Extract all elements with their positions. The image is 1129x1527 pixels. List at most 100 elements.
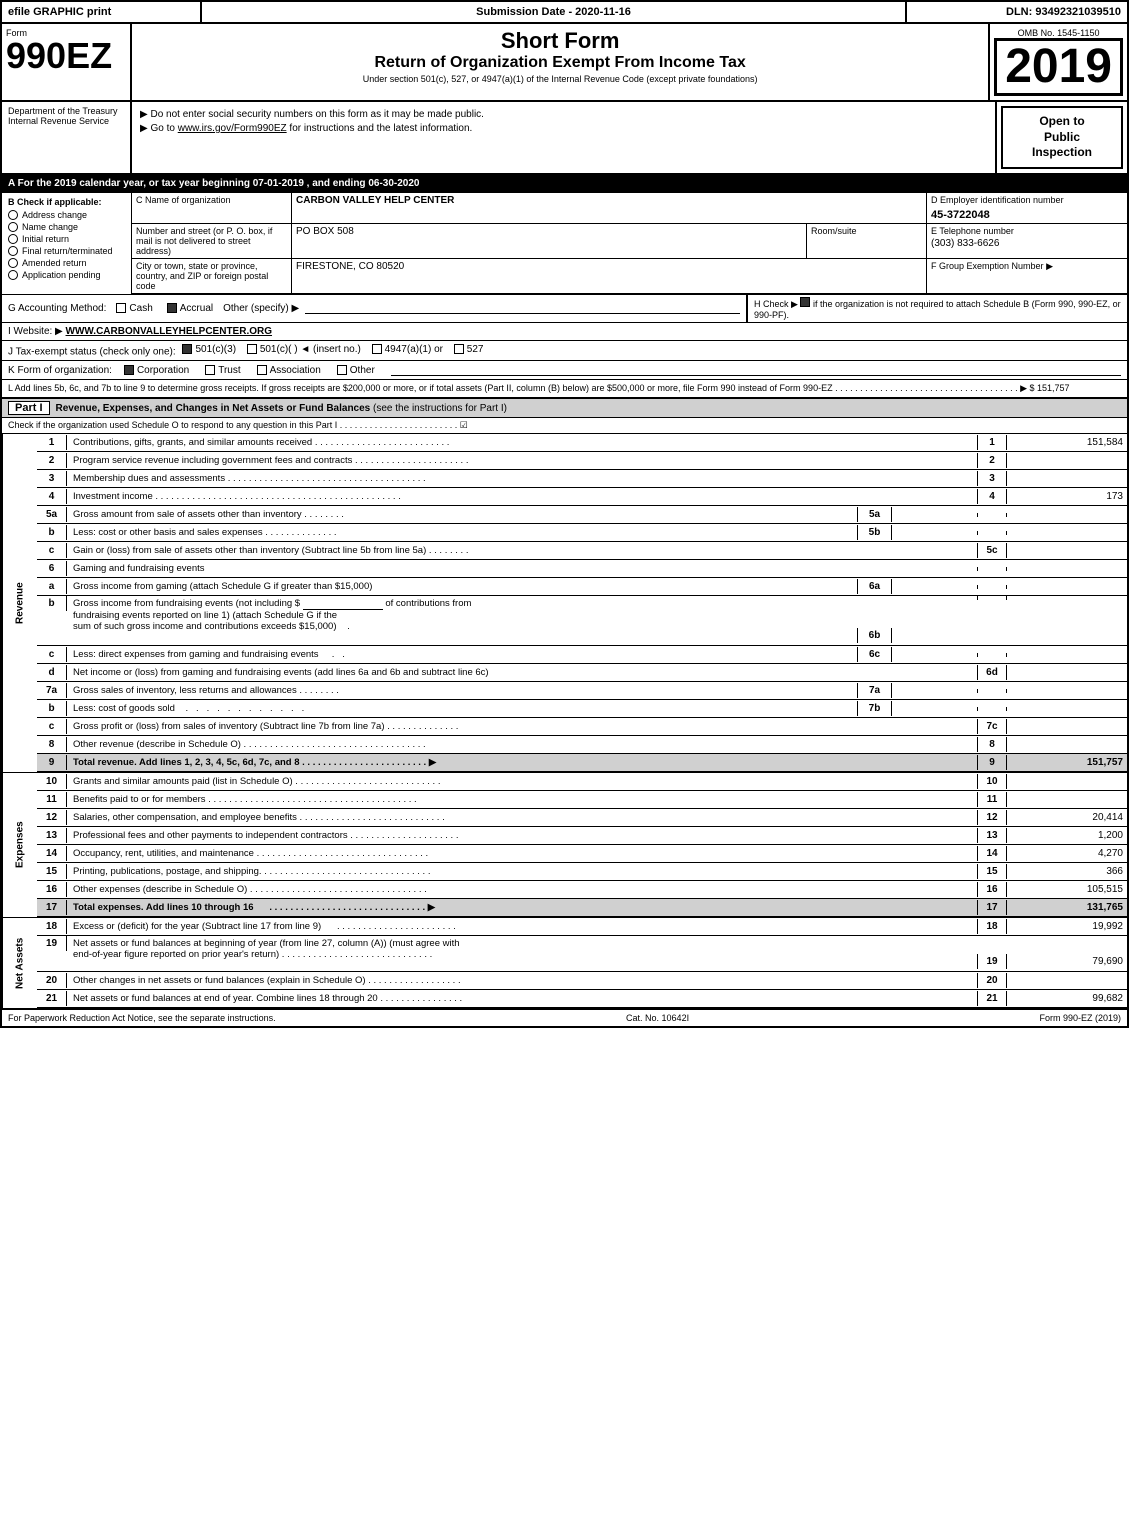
trust-checkbox [205,365,215,375]
city-label: City or town, state or province, country… [132,259,292,293]
rowval-3 [1007,477,1127,481]
part1-subtitle: (see the instructions for Part I) [373,403,507,414]
4947-checkbox [372,344,382,354]
rowval-19: 79,690 [1007,954,1127,969]
rownum-19: 19 [37,936,67,951]
revenue-row-6b: b Gross income from fundraising events (… [37,596,1127,646]
rowval-7c [1007,725,1127,729]
ein-label: D Employer identification number [931,195,1123,205]
linenum-14: 14 [977,846,1007,861]
rowval-21: 99,682 [1007,991,1127,1006]
rownum-5a: 5a [37,507,67,522]
rowdesc-10: Grants and similar amounts paid (list in… [67,774,977,789]
linenum-1: 1 [977,435,1007,450]
cdef-fields: C Name of organization CARBON VALLEY HEL… [132,193,1127,294]
rowval-14: 4,270 [1007,846,1127,861]
paperwork-text: For Paperwork Reduction Act Notice, see … [8,1013,276,1023]
revenue-section: Revenue 1 Contributions, gifts, grants, … [2,434,1127,772]
linenum-5c: 5c [977,543,1007,558]
rowdesc-16: Other expenses (describe in Schedule O) … [67,882,977,897]
rowdesc-5a: Gross amount from sale of assets other t… [67,507,857,522]
form-ref: Form 990-EZ (2019) [1039,1013,1121,1023]
dept-col: Department of the Treasury Internal Reve… [2,102,132,173]
rowval-9: 151,757 [1007,755,1127,770]
cash-label: Cash [129,303,152,314]
website-label: I Website: ▶ [8,326,63,337]
open-inspect-col: Open toPublicInspection [997,102,1127,173]
omb-label: OMB No. 1545-1150 [994,28,1123,38]
rowdesc-3: Membership dues and assessments . . . . … [67,471,977,486]
rowdesc-18: Excess or (deficit) for the year (Subtra… [67,919,977,934]
ein-value: 45-3722048 [931,209,1123,221]
rowdesc-1: Contributions, gifts, grants, and simila… [67,435,977,450]
other-checkbox [337,365,347,375]
revenue-row-5b: b Less: cost or other basis and sales ex… [37,524,1127,542]
accrual-checkbox [167,303,177,313]
notice2: ▶ Go to www.irs.gov/Form990EZ for instru… [140,123,987,134]
website-url: WWW.CARBONVALLEYHELPCENTER.ORG [66,326,272,337]
open-inspect-box: Open toPublicInspection [1001,106,1123,169]
rowdesc-11: Benefits paid to or for members . . . . … [67,792,977,807]
rownum-4: 4 [37,489,67,504]
b-label: B Check if applicable: [8,197,125,207]
website-row: I Website: ▶ WWW.CARBONVALLEYHELPCENTER.… [2,323,1127,341]
exp-row-12: 12 Salaries, other compensation, and emp… [37,809,1127,827]
room-label: Room/suite [807,224,927,258]
rownum-9: 9 [37,755,67,770]
rowdesc-5b: Less: cost or other basis and sales expe… [67,525,857,540]
rownum-7a: 7a [37,683,67,698]
linenum-5b [977,531,1007,535]
revenue-row-9: 9 Total revenue. Add lines 1, 2, 3, 4, 5… [37,754,1127,772]
rowdesc-6b: Gross income from fundraising events (no… [67,596,857,634]
rowval-17: 131,765 [1007,900,1127,915]
linenum-6d: 6d [977,665,1007,680]
rowdesc-6a: Gross income from gaming (attach Schedul… [67,579,857,594]
netassets-rows: 18 Excess or (deficit) for the year (Sub… [37,918,1127,1008]
org-name-value: CARBON VALLEY HELP CENTER [292,193,927,223]
taxstatus-row: J Tax-exempt status (check only one): 50… [2,341,1127,362]
radio-appending [8,270,18,280]
short-form-title: Short Form [140,28,980,54]
revenue-row-7c: c Gross profit or (loss) from sales of i… [37,718,1127,736]
rowval-13: 1,200 [1007,828,1127,843]
rowval-10 [1007,780,1127,784]
taxstatus-label: J Tax-exempt status (check only one): [8,346,176,357]
rownum-12: 12 [37,810,67,825]
rownum-5b: b [37,525,67,540]
notice1: ▶ Do not enter social security numbers o… [140,109,987,120]
revenue-row-2: 2 Program service revenue including gove… [37,452,1127,470]
radio-name [8,222,18,232]
return-title: Return of Organization Exempt From Incom… [140,54,980,72]
revenue-label: Revenue [2,434,37,772]
linenum-15: 15 [977,864,1007,879]
title-section: Form 990EZ Short Form Return of Organiza… [2,24,1127,102]
linenum-7a [977,689,1007,693]
rowval-11 [1007,798,1127,802]
corp-checkbox [124,365,134,375]
fgroup-arrow: ▶ [1046,261,1053,271]
expenses-section: Expenses 10 Grants and similar amounts p… [2,772,1127,917]
form-number: 990EZ [6,38,126,74]
fgroup-col: F Group Exemption Number ▶ [927,259,1127,293]
year-col: OMB No. 1545-1150 2019 [990,24,1127,100]
linenum-3: 3 [977,471,1007,486]
501c3-checkbox [182,344,192,354]
rownum-21: 21 [37,991,67,1006]
rowdesc-13: Professional fees and other payments to … [67,828,977,843]
other-line [305,302,740,314]
linenum-9: 9 [977,755,1007,770]
radio-amended [8,258,18,268]
rownum-3: 3 [37,471,67,486]
rowdesc-5c: Gain or (loss) from sale of assets other… [67,543,977,558]
rownum-2: 2 [37,453,67,468]
linenum-10: 10 [977,774,1007,789]
rowdesc-4: Investment income . . . . . . . . . . . … [67,489,977,504]
address-row: Number and street (or P. O. box, if mail… [132,224,1127,259]
rowval-8 [1007,743,1127,747]
address-value: PO BOX 508 [292,224,807,258]
rownum-8: 8 [37,737,67,752]
k-corp: Corporation [124,365,189,376]
rowdesc-7b: Less: cost of goods sold . . . . . . . .… [67,701,857,716]
submission-date: Submission Date - 2020-11-16 [202,2,907,22]
check-app-pending: Application pending [8,270,125,280]
